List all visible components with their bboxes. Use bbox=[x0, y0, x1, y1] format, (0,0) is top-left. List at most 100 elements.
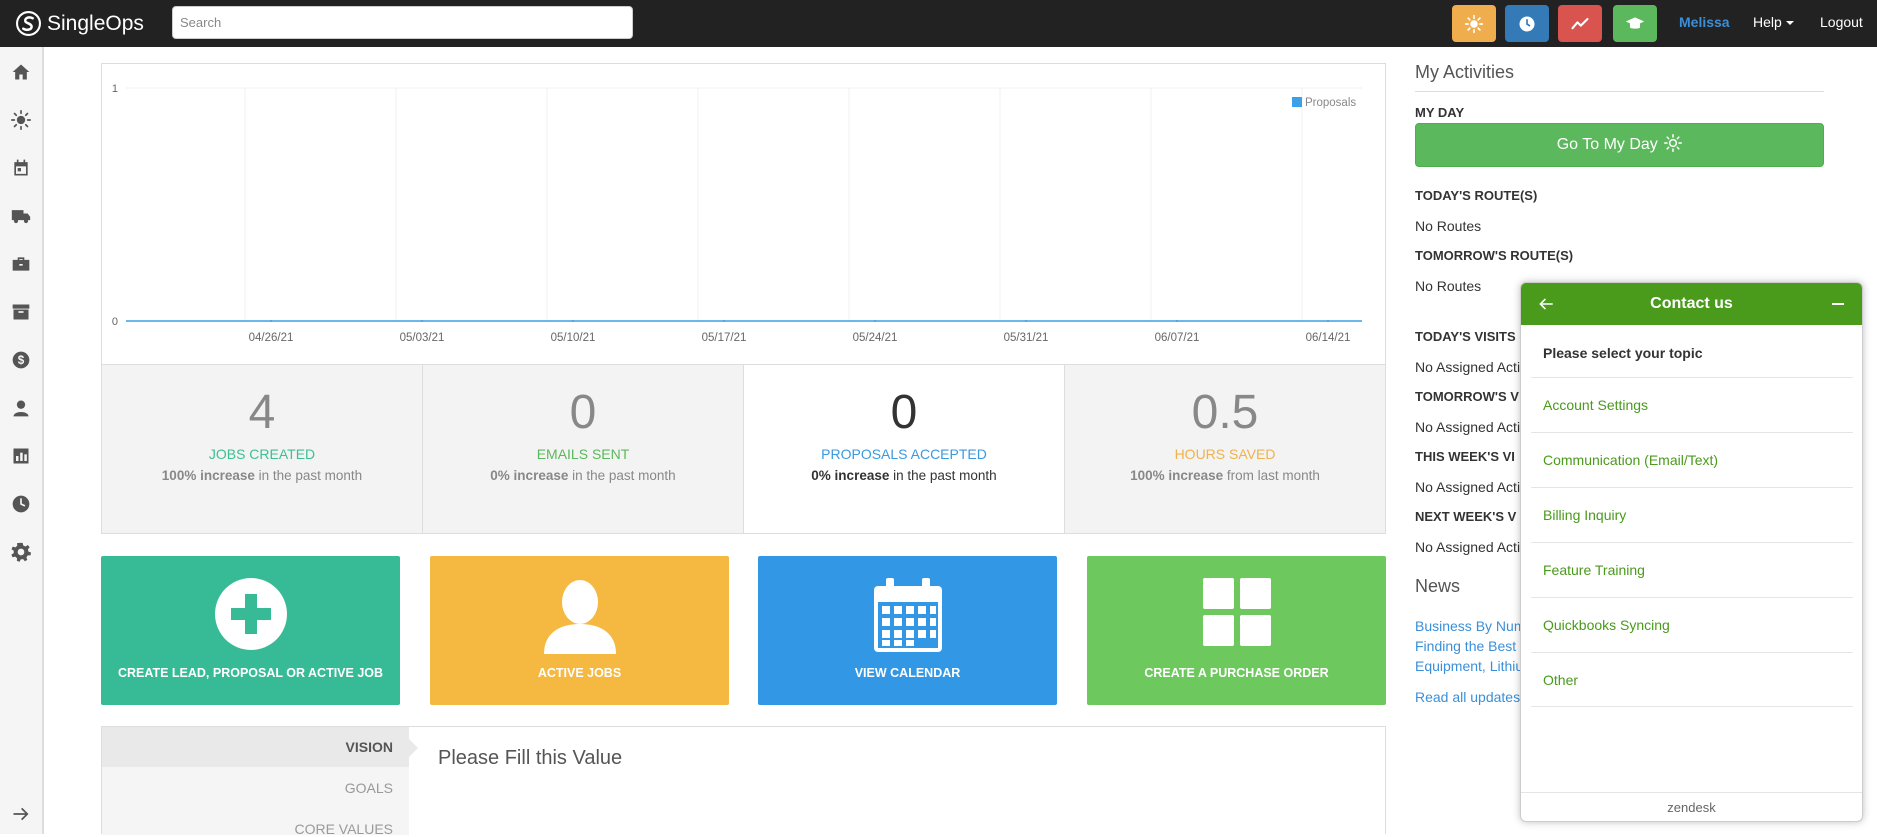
contact-widget-title: Contact us bbox=[1650, 295, 1733, 312]
data-point bbox=[1327, 320, 1329, 322]
search-input[interactable] bbox=[172, 6, 633, 39]
x-tick-label: 05/10/21 bbox=[551, 332, 596, 344]
archive-icon[interactable] bbox=[10, 301, 32, 323]
data-point bbox=[874, 320, 876, 322]
training-quick-button[interactable] bbox=[1613, 5, 1657, 42]
stat-period: in the past month bbox=[568, 468, 676, 483]
dollar-icon[interactable]: $ bbox=[10, 349, 32, 371]
data-point bbox=[723, 320, 725, 322]
truck-icon[interactable] bbox=[10, 205, 32, 227]
my-day-heading: MY DAY bbox=[1415, 105, 1465, 120]
bar-chart-icon[interactable] bbox=[10, 445, 32, 467]
contact-widget-header: Contact us bbox=[1521, 283, 1862, 325]
legend-swatch bbox=[1292, 97, 1302, 107]
logout-link[interactable]: Logout bbox=[1820, 14, 1863, 30]
tile-label: CREATE A PURCHASE ORDER bbox=[1144, 666, 1329, 680]
calendar-icon bbox=[873, 578, 942, 652]
data-point bbox=[1025, 320, 1027, 322]
stat-change: 100% increase bbox=[161, 468, 255, 483]
news-link[interactable]: Finding the Best bbox=[1415, 638, 1516, 654]
user-menu[interactable]: Melissa bbox=[1679, 14, 1730, 30]
tab-pointer bbox=[409, 739, 418, 757]
go-to-my-day-button[interactable]: Go To My Day bbox=[1415, 123, 1824, 167]
x-tick-label: 05/31/21 bbox=[1004, 332, 1049, 344]
y-tick-label: 0 bbox=[112, 316, 118, 328]
help-dropdown[interactable]: Help bbox=[1753, 14, 1794, 30]
minimize-icon[interactable] bbox=[1832, 303, 1844, 305]
stat-period: from last month bbox=[1223, 468, 1320, 483]
caret-down-icon bbox=[1785, 21, 1794, 26]
x-tick-label: 04/26/21 bbox=[249, 332, 294, 344]
topic-other[interactable]: Other bbox=[1531, 652, 1853, 707]
go-to-my-day-label: Go To My Day bbox=[1556, 136, 1658, 153]
stat-label: PROPOSALS ACCEPTED bbox=[821, 446, 987, 462]
stat-change: 100% increase bbox=[1130, 468, 1224, 483]
topic-quickbooks-syncing[interactable]: Quickbooks Syncing bbox=[1531, 597, 1853, 652]
sun-icon[interactable] bbox=[10, 109, 32, 131]
tab-core-values[interactable]: CORE VALUES bbox=[294, 821, 393, 837]
stat-change: 0% increase bbox=[811, 468, 890, 483]
news-link[interactable]: Business By Num bbox=[1415, 618, 1525, 634]
tab-vision[interactable]: VISION bbox=[346, 739, 393, 755]
tomorrows-visits-value: No Assigned Acti bbox=[1415, 419, 1521, 435]
gear-icon[interactable] bbox=[10, 541, 32, 563]
reports-quick-button[interactable] bbox=[1558, 5, 1602, 42]
user-icon[interactable] bbox=[10, 397, 32, 419]
tab-goals[interactable]: GOALS bbox=[345, 780, 393, 796]
create-lead-tile[interactable]: CREATE LEAD, PROPOSAL OR ACTIVE JOB bbox=[101, 556, 400, 705]
data-point bbox=[572, 320, 574, 322]
my-day-quick-button[interactable] bbox=[1452, 5, 1496, 42]
grid-icon bbox=[1202, 578, 1271, 646]
home-icon[interactable] bbox=[10, 61, 32, 83]
stat-subtext: 0% increase in the past month bbox=[423, 468, 743, 483]
clock-icon bbox=[1519, 16, 1535, 31]
stat-emails-sent: 0 EMAILS SENT 0% increase in the past mo… bbox=[423, 365, 744, 533]
data-point bbox=[1176, 320, 1178, 322]
tomorrows-visits-heading: TOMORROW'S V bbox=[1415, 389, 1519, 404]
data-point bbox=[421, 320, 423, 322]
stat-value: 4 bbox=[248, 386, 276, 439]
stat-value: 0 bbox=[569, 386, 597, 439]
topic-account-settings[interactable]: Account Settings bbox=[1531, 377, 1853, 432]
active-jobs-tile[interactable]: ACTIVE JOBS bbox=[430, 556, 729, 705]
x-tick-label: 05/24/21 bbox=[853, 332, 898, 344]
stat-proposals-accepted: 0 PROPOSALS ACCEPTED 0% increase in the … bbox=[744, 365, 1065, 533]
activities-title: My Activities bbox=[1415, 62, 1515, 82]
create-purchase-order-tile[interactable]: CREATE A PURCHASE ORDER bbox=[1087, 556, 1386, 705]
x-tick-label: 05/17/21 bbox=[702, 332, 747, 344]
contact-widget: Contact us Please select your topic Acco… bbox=[1520, 282, 1863, 822]
read-all-updates-link[interactable]: Read all updates bbox=[1415, 689, 1520, 705]
calendar-icon[interactable] bbox=[10, 157, 32, 179]
timesheet-quick-button[interactable] bbox=[1505, 5, 1549, 42]
trend-icon bbox=[1571, 17, 1589, 29]
zendesk-footer: zendesk bbox=[1521, 792, 1862, 821]
stat-label: HOURS SAVED bbox=[1174, 446, 1276, 462]
activities-divider bbox=[1415, 91, 1824, 92]
graduation-cap-icon bbox=[1625, 16, 1645, 29]
brand-logo[interactable]: SingleOps bbox=[16, 10, 144, 37]
chart-canvas: 0 1 04/26/21 05/03/21 05/10/21 05/17/21 05/24/… bbox=[112, 83, 1362, 344]
news-link[interactable]: Equipment, Lithiu bbox=[1415, 658, 1523, 674]
topic-feature-training[interactable]: Feature Training bbox=[1531, 542, 1853, 597]
todays-visits-value: No Assigned Acti bbox=[1415, 359, 1521, 375]
plus-circle-icon bbox=[214, 578, 287, 650]
view-calendar-tile[interactable]: VIEW CALENDAR bbox=[758, 556, 1057, 705]
topic-billing-inquiry[interactable]: Billing Inquiry bbox=[1531, 487, 1853, 542]
clock-icon[interactable] bbox=[10, 493, 32, 515]
stat-change: 0% increase bbox=[490, 468, 569, 483]
help-label: Help bbox=[1753, 14, 1782, 30]
expand-arrow-icon[interactable] bbox=[10, 803, 32, 825]
tile-label: ACTIVE JOBS bbox=[537, 666, 622, 680]
stats-row: 4 JOBS CREATED 100% increase in the past… bbox=[101, 364, 1386, 534]
svg-text:$: $ bbox=[18, 354, 25, 367]
briefcase-icon[interactable] bbox=[10, 253, 32, 275]
stat-subtext: 0% increase in the past month bbox=[744, 468, 1064, 483]
vision-content: Please Fill this Value bbox=[438, 747, 623, 769]
stat-period: in the past month bbox=[889, 468, 997, 483]
vision-tabs: VISION GOALS CORE VALUES bbox=[102, 727, 409, 837]
topic-communication[interactable]: Communication (Email/Text) bbox=[1531, 432, 1853, 487]
stat-label: EMAILS SENT bbox=[536, 446, 630, 462]
x-tick-label: 06/07/21 bbox=[1155, 332, 1200, 344]
stat-jobs-created: 4 JOBS CREATED 100% increase in the past… bbox=[102, 365, 423, 533]
stat-value: 0.5 bbox=[1191, 386, 1259, 439]
